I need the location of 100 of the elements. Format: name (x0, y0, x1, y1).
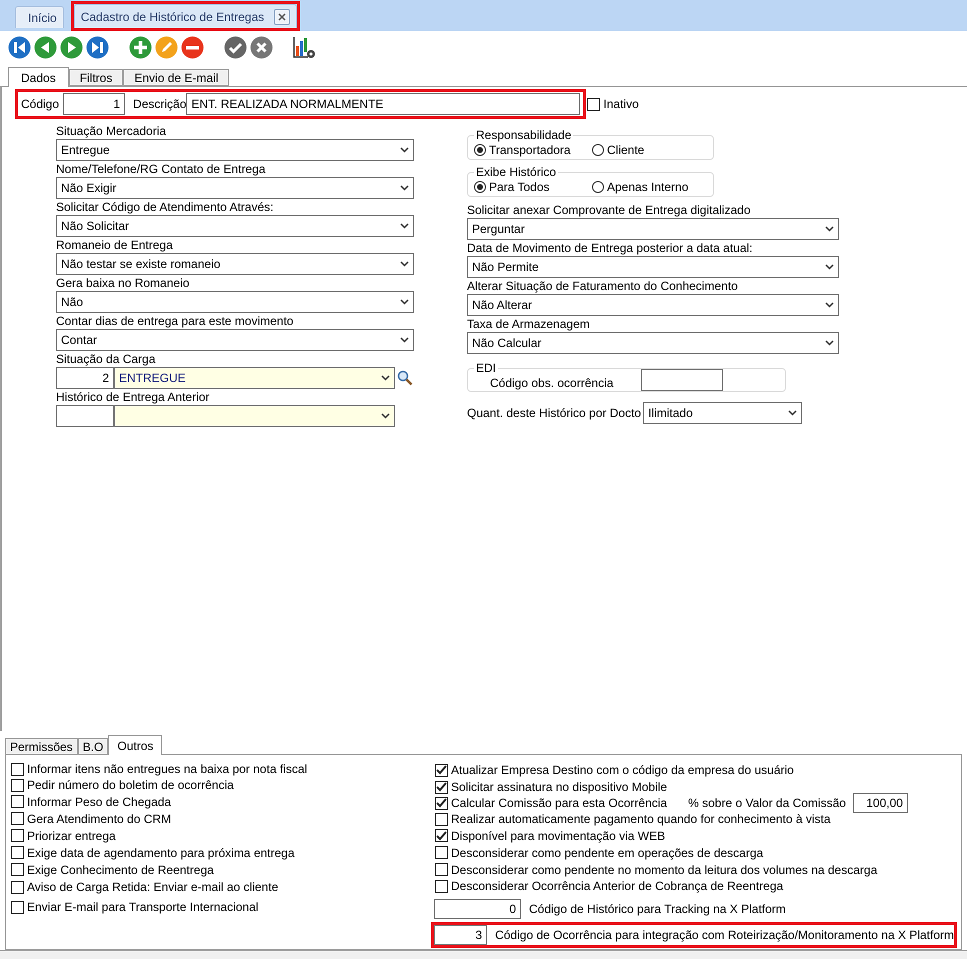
checkbox[interactable] (435, 764, 448, 776)
input-field[interactable] (641, 369, 724, 391)
tab[interactable]: B.O (78, 738, 108, 755)
field-label: Taxa de Armazenagem (467, 316, 591, 332)
input-field[interactable]: 1 (63, 93, 126, 115)
dropdown[interactable]: Não Exigir (56, 177, 414, 199)
field-label: Histórico de Entrega Anterior (56, 389, 210, 405)
checkbox[interactable] (11, 812, 24, 825)
dropdown[interactable]: Não Permite (467, 256, 839, 278)
dropdown[interactable]: Perguntar (467, 218, 839, 240)
checkbox[interactable] (435, 780, 448, 794)
input-field[interactable]: ENT. REALIZADA NORMALMENTE (186, 93, 580, 115)
field-label: Quant. deste Histórico por Docto (467, 406, 642, 420)
dropdown[interactable]: Não (56, 291, 414, 313)
dropdown[interactable]: Entregue (56, 139, 414, 161)
check-icon (436, 782, 447, 792)
chevron-down-icon (381, 413, 390, 419)
radio-label: Transportadora (489, 142, 571, 156)
checkbox[interactable] (11, 863, 24, 876)
field-label: Situação Mercadoria (56, 123, 168, 139)
checkbox-label: Inativo (603, 97, 639, 111)
next-icon[interactable] (60, 36, 83, 59)
checkbox-label: Solicitar assinatura no dispositivo Mobile (451, 780, 668, 794)
tab[interactable]: Filtros (68, 69, 124, 86)
close-icon[interactable] (250, 36, 273, 59)
chevron-down-icon (400, 185, 409, 191)
radio-button[interactable] (592, 144, 604, 156)
tab[interactable]: Dados (8, 67, 69, 87)
dropdown[interactable] (114, 405, 395, 427)
radio-label: Para Todos (489, 180, 550, 194)
checkbox[interactable] (11, 880, 24, 894)
checkbox[interactable] (11, 778, 24, 792)
field-label: Data de Movimento de Entrega posterior a data atual: (467, 240, 754, 256)
dropdown[interactable]: Contar (56, 329, 414, 351)
checkbox-label: Disponível para movimentação via WEB (451, 828, 666, 842)
checkbox[interactable] (435, 829, 448, 842)
checkbox[interactable] (435, 863, 448, 876)
input-field[interactable]: 2 (56, 367, 114, 389)
group-title: EDI (474, 361, 498, 375)
minus-icon[interactable] (181, 36, 204, 59)
chevron-down-icon (400, 223, 409, 229)
close-button[interactable] (274, 8, 290, 24)
input-field[interactable]: 0 (434, 899, 521, 919)
chevron-down-icon (381, 375, 390, 381)
dropdown[interactable]: ENTREGUE (114, 367, 395, 389)
tab[interactable]: Envio de E-mail (123, 69, 230, 86)
chevron-down-icon (788, 410, 798, 416)
chevron-down-icon (825, 302, 834, 308)
search-icon[interactable] (397, 370, 413, 386)
field-label: Código (21, 97, 60, 111)
check-icon[interactable] (224, 36, 247, 59)
checkbox[interactable] (11, 846, 24, 859)
input-field[interactable] (56, 405, 114, 427)
radio-button[interactable] (474, 144, 486, 156)
field-label: Romaneio de Entrega (56, 237, 174, 253)
field-label: % sobre o Valor da Comissão (688, 796, 846, 810)
checkbox[interactable] (11, 900, 24, 914)
checkbox[interactable] (11, 795, 24, 808)
chevron-down-icon (825, 340, 834, 346)
previous-icon[interactable] (34, 36, 57, 59)
checkbox[interactable] (435, 812, 448, 826)
radio-button[interactable] (474, 180, 486, 192)
input-field[interactable]: 3 (434, 925, 488, 945)
checkbox[interactable] (11, 762, 24, 776)
checkbox-label: Priorizar entrega (27, 828, 116, 842)
close-icon (278, 12, 286, 20)
last-record-icon[interactable] (86, 36, 109, 59)
tab[interactable]: Permissões (5, 738, 78, 755)
checkbox[interactable] (435, 880, 448, 892)
radio-button[interactable] (592, 180, 604, 192)
field-label: Código obs. ocorrência (490, 376, 614, 390)
checkbox-label: Desconsiderar Ocorrência Anterior de Cobrança de Reentrega (451, 879, 784, 893)
checkbox[interactable] (435, 796, 448, 810)
dropdown[interactable]: Não testar se existe romaneio (56, 253, 414, 275)
checkbox-label: Enviar E-mail para Transporte Internacional (27, 900, 258, 914)
dropdown[interactable]: Ilimitado (643, 402, 802, 424)
field-label: Solicitar anexar Comprovante de Entrega digitalizado (467, 202, 752, 218)
chevron-down-icon (400, 261, 409, 267)
dropdown[interactable]: Não Solicitar (56, 215, 414, 237)
chevron-down-icon (825, 226, 834, 232)
checkbox-label: Informar itens não entregues na baixa por nota fiscal (27, 762, 308, 776)
input-field[interactable]: 100,00 (852, 793, 908, 813)
add-icon[interactable] (129, 36, 152, 59)
tab[interactable]: Outros (108, 735, 162, 755)
check-icon (436, 798, 447, 808)
first-record-icon[interactable] (8, 36, 31, 59)
field-label: Alterar Situação de Faturamento do Conhecimento (467, 278, 739, 294)
checkbox-label: Exige data de agendamento para próxima entrega (27, 846, 295, 860)
chevron-down-icon (400, 147, 409, 153)
app-tab[interactable]: Cadastro de Histórico de Entregas (74, 4, 298, 28)
field-label: Código de Histórico para Tracking na X Platform (529, 902, 786, 916)
chevron-down-icon (400, 299, 409, 305)
dropdown[interactable]: Não Calcular (467, 332, 839, 354)
dropdown[interactable]: Não Alterar (467, 294, 839, 316)
checkbox[interactable] (587, 98, 600, 110)
chart-settings-icon[interactable] (293, 36, 316, 59)
app-tab[interactable]: Início (15, 6, 64, 28)
checkbox[interactable] (435, 846, 448, 859)
checkbox-label: Desconsiderar como pendente no momento da leitura dos volumes na descarga (451, 862, 878, 876)
checkbox[interactable] (11, 829, 24, 842)
